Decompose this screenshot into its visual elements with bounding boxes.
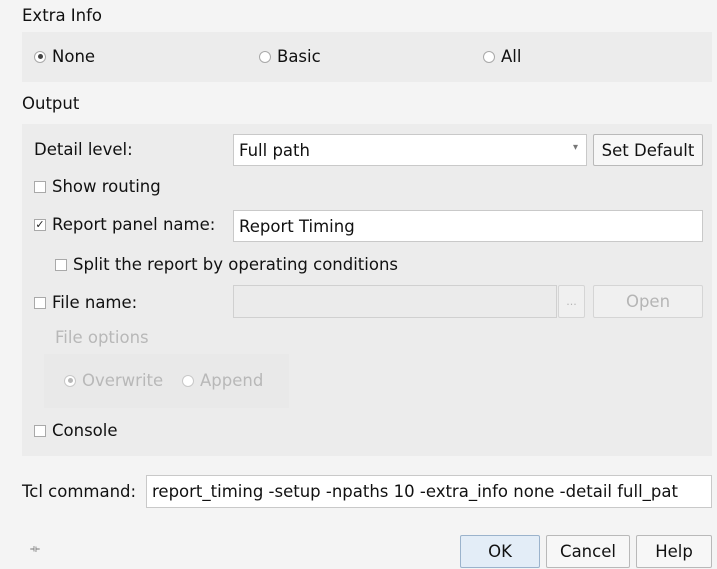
checkbox-indicator — [34, 424, 46, 437]
extra-info-title: Extra Info — [22, 6, 103, 25]
split-report-checkbox[interactable]: Split the report by operating conditions — [55, 255, 398, 274]
tcl-command-input[interactable]: report_timing -setup -npaths 10 -extra_i… — [146, 475, 712, 508]
output-title: Output — [22, 94, 80, 113]
cancel-button[interactable]: Cancel — [546, 535, 630, 568]
extra-info-basic-radio[interactable]: Basic — [259, 47, 321, 66]
radio-label: Basic — [277, 47, 321, 66]
browse-button[interactable]: ... — [558, 285, 585, 318]
ok-button[interactable]: OK — [460, 535, 540, 568]
file-name-input[interactable] — [233, 285, 557, 318]
checkbox-indicator — [34, 296, 46, 309]
detail-level-value: Full path — [239, 140, 310, 160]
checkbox-indicator — [34, 180, 46, 193]
help-button[interactable]: Help — [636, 535, 712, 568]
radio-label: All — [501, 47, 522, 66]
extra-info-all-radio[interactable]: All — [483, 47, 521, 66]
radio-indicator — [64, 374, 76, 387]
chevron-down-icon: ▾ — [572, 142, 578, 153]
file-options-group: Overwrite Append — [44, 354, 289, 408]
console-checkbox[interactable]: Console — [34, 421, 118, 440]
output-group: Detail level: Full path ▾ Set Default Sh… — [22, 124, 712, 456]
overwrite-radio[interactable]: Overwrite — [64, 371, 163, 390]
file-name-label: File name: — [52, 293, 138, 312]
radio-indicator — [182, 374, 194, 387]
checkbox-indicator: ✓ — [34, 217, 46, 231]
detail-level-select[interactable]: Full path ▾ — [233, 134, 587, 166]
report-panel-checkbox[interactable]: ✓ Report panel name: — [34, 215, 215, 234]
set-default-button[interactable]: Set Default — [593, 134, 703, 166]
append-label: Append — [200, 371, 264, 390]
radio-indicator — [259, 50, 271, 63]
checkbox-indicator — [55, 258, 67, 271]
report-panel-label: Report panel name: — [52, 215, 216, 234]
file-name-checkbox[interactable]: File name: — [34, 293, 137, 312]
resize-grip-icon[interactable]: ⟛ — [30, 542, 40, 556]
overwrite-label: Overwrite — [82, 371, 164, 390]
show-routing-label: Show routing — [52, 177, 161, 196]
extra-info-group: None Basic All — [22, 32, 712, 82]
show-routing-checkbox[interactable]: Show routing — [34, 177, 161, 196]
tcl-command-label: Tcl command: — [22, 482, 137, 501]
report-panel-value: Report Timing — [239, 216, 355, 236]
console-label: Console — [52, 421, 118, 440]
report-panel-name-input[interactable]: Report Timing — [233, 210, 703, 242]
detail-level-label: Detail level: — [34, 140, 133, 159]
split-report-label: Split the report by operating conditions — [73, 255, 399, 274]
extra-info-none-radio[interactable]: None — [34, 47, 95, 66]
radio-indicator — [483, 50, 495, 63]
tcl-command-value: report_timing -setup -npaths 10 -extra_i… — [152, 482, 678, 501]
radio-label: None — [52, 47, 96, 66]
radio-indicator — [34, 50, 46, 63]
open-button[interactable]: Open — [593, 285, 703, 318]
file-options-label: File options — [55, 328, 149, 347]
append-radio[interactable]: Append — [182, 371, 263, 390]
